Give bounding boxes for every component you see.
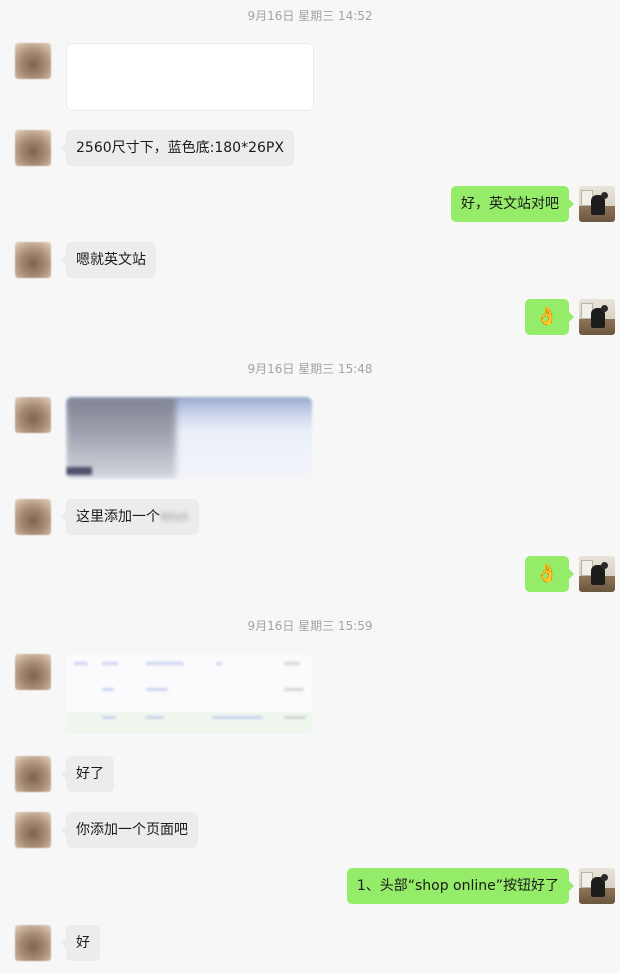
image-attachment[interactable]	[66, 397, 312, 479]
message-bubble[interactable]: 1、头部“shop online”按钮好了	[346, 868, 575, 904]
avatar-contact[interactable]	[15, 925, 51, 961]
message-bubble[interactable]: 👌	[525, 299, 574, 335]
blurred-text: Wish	[160, 510, 189, 524]
image-attachment[interactable]	[66, 654, 312, 736]
message-text: 这里添加一个	[76, 509, 160, 525]
message-bubble[interactable]: 嗯就英文站	[61, 242, 156, 278]
timestamp: 9月16日 星期三 15:59	[247, 619, 373, 633]
message-bubble[interactable]: 这里添加一个Wish	[61, 499, 199, 535]
avatar-contact[interactable]	[15, 43, 51, 79]
message-bubble[interactable]: 好了	[61, 756, 114, 792]
avatar-self[interactable]	[579, 868, 615, 904]
message-bubble[interactable]: 你添加一个页面吧	[61, 812, 198, 848]
message-bubble[interactable]: 👌	[525, 556, 574, 592]
avatar-self[interactable]	[579, 556, 615, 592]
avatar-contact[interactable]	[15, 756, 51, 792]
avatar-self[interactable]	[579, 299, 615, 335]
message-bubble[interactable]: 2560尺寸下，蓝色底:180*26PX	[61, 130, 294, 166]
avatar-contact[interactable]	[15, 130, 51, 166]
chat-window: 9月16日 星期三 14:52 2560尺寸下，蓝色底:180*26PX 好，英…	[0, 0, 620, 973]
timestamp: 9月16日 星期三 14:52	[247, 9, 373, 23]
avatar-contact[interactable]	[15, 397, 51, 433]
avatar-contact[interactable]	[15, 654, 51, 690]
avatar-contact[interactable]	[15, 812, 51, 848]
message-bubble[interactable]: 好	[61, 925, 100, 961]
ok-hand-emoji: 👌	[535, 563, 559, 584]
avatar-contact[interactable]	[15, 499, 51, 535]
image-attachment[interactable]	[66, 43, 314, 111]
timestamp: 9月16日 星期三 15:48	[247, 362, 373, 376]
avatar-contact[interactable]	[15, 242, 51, 278]
ok-hand-emoji: 👌	[535, 306, 559, 327]
message-bubble[interactable]: 好，英文站对吧	[451, 186, 574, 222]
avatar-self[interactable]	[579, 186, 615, 222]
